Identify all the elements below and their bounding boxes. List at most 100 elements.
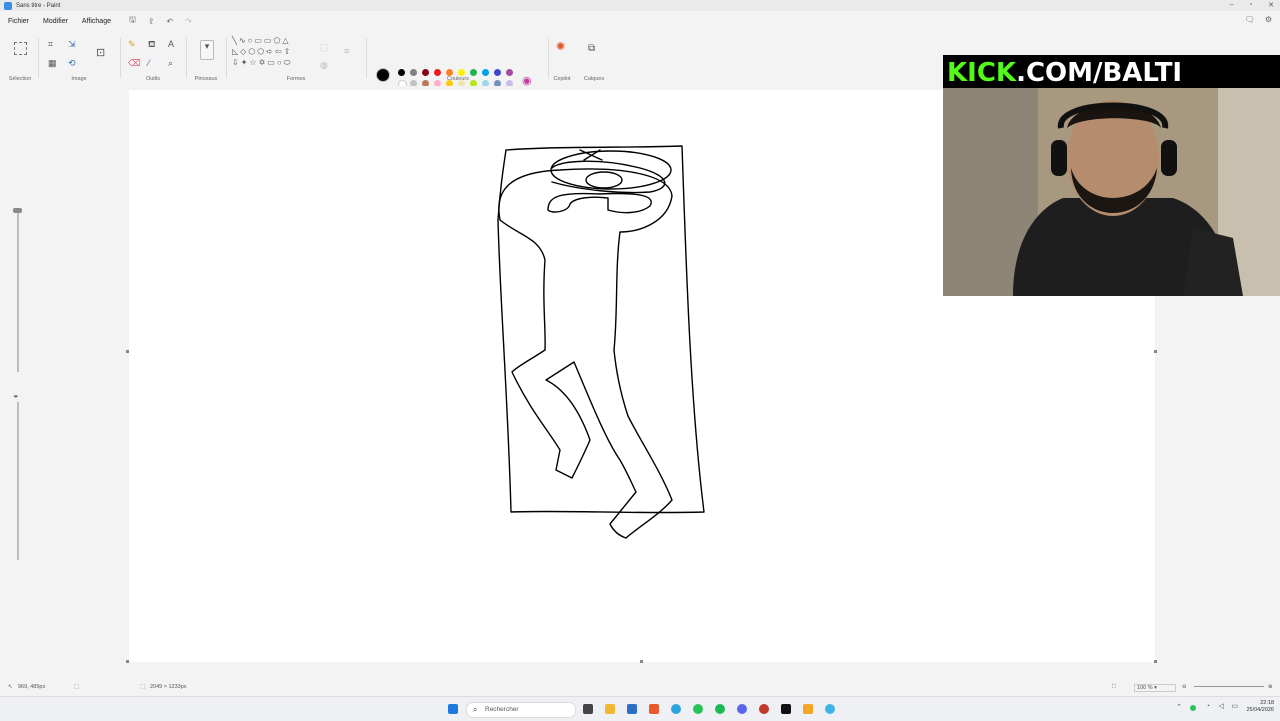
task-view-icon[interactable] (583, 704, 593, 714)
canvas-resize-handle-right[interactable] (1154, 350, 1157, 353)
text-icon[interactable]: A (168, 39, 174, 49)
title-bar: Sans titre - Paint – ▫ ✕ (0, 0, 1280, 11)
color-swatch[interactable] (398, 69, 405, 76)
zoom-out-icon[interactable]: ⊖ (1182, 684, 1187, 690)
clock[interactable]: 22:18 25/04/2026 (1246, 700, 1274, 714)
paint-taskbar-icon[interactable] (825, 704, 835, 714)
resize-icon[interactable]: ⇲ (68, 39, 76, 49)
redo-icon[interactable]: ↷ (185, 17, 192, 26)
menu-file[interactable]: Fichier (8, 18, 29, 25)
shape-size-icon[interactable]: ≡ (344, 46, 349, 56)
tray-app-icon[interactable] (1190, 705, 1196, 711)
opacity-slider-track[interactable] (17, 402, 19, 560)
crop-icon[interactable]: ⌗ (48, 39, 53, 49)
network-icon[interactable]: ◔ (1206, 703, 1210, 710)
comment-icon[interactable]: 🗨 (1245, 15, 1255, 24)
primary-color[interactable] (376, 68, 390, 82)
magnifier-icon[interactable]: ⌕ (168, 58, 173, 68)
settings-icon[interactable]: ⚙ (1265, 15, 1272, 24)
status-bar: ↖ 969, 485px ⬚ ⬚ 2049 × 1233px ⛶ 100 % ▾… (0, 678, 1280, 696)
outline-icon[interactable]: ⬚ (320, 42, 329, 52)
taskbar-search[interactable]: ⌕ Rechercher (466, 702, 576, 718)
color-swatch[interactable] (410, 69, 417, 76)
color-swatch[interactable] (482, 69, 489, 76)
app-orange-icon[interactable] (803, 704, 813, 714)
group-image-label: Image (71, 76, 87, 82)
rotate-icon[interactable]: ⟲ (68, 58, 76, 68)
volume-icon[interactable]: ◁ (1219, 703, 1224, 710)
color-swatch[interactable] (458, 69, 465, 76)
fill-shape-icon[interactable]: ◍ (320, 60, 328, 70)
group-layers: ⧉ Calques (582, 36, 606, 84)
window-title: Sans titre - Paint (16, 2, 61, 9)
zoom-level: 100 % (1137, 685, 1153, 691)
color-swatch[interactable] (422, 69, 429, 76)
color-swatch[interactable] (446, 69, 453, 76)
spotify-icon[interactable] (715, 704, 725, 714)
copilot-icon[interactable]: ✺ (556, 42, 565, 53)
discord-icon[interactable] (737, 704, 747, 714)
stream-handle: .COM/BALTI (1016, 58, 1183, 88)
selection-icon[interactable] (14, 42, 27, 55)
zoom-dropdown[interactable]: 100 % ▾ (1134, 684, 1176, 692)
brush-size-slider-track[interactable] (17, 212, 19, 372)
file-explorer-icon[interactable] (605, 704, 615, 714)
shapes-row-2[interactable]: ◺◇⬡⬠➪⇦⇧ (232, 47, 292, 57)
close-icon[interactable]: ✕ (1268, 1, 1274, 9)
canvas-resize-handle-left[interactable] (126, 350, 129, 353)
color-swatch[interactable] (494, 69, 501, 76)
brush-icon[interactable]: ▾ (200, 40, 214, 60)
whatsapp-icon[interactable] (693, 704, 703, 714)
group-shapes-label: Formes (286, 76, 306, 82)
maximize-icon[interactable]: ▫ (1250, 1, 1252, 9)
stream-url: KICK.COM/BALTI (947, 58, 1182, 88)
color-picker-icon[interactable]: ⁄ (148, 58, 150, 68)
canvas-resize-handle-bottom[interactable] (640, 660, 643, 663)
cursor-icon: ↖ (8, 684, 13, 690)
save-icon[interactable]: 🖫 (129, 14, 136, 28)
brave-browser-icon[interactable] (649, 704, 659, 714)
group-layers-label: Calques (583, 76, 605, 82)
start-icon[interactable] (448, 704, 458, 714)
webcam-video (943, 88, 1280, 296)
zoom-slider[interactable] (1194, 686, 1264, 687)
telegram-icon[interactable] (671, 704, 681, 714)
fit-to-window-icon[interactable]: ⛶ (1112, 684, 1116, 691)
shapes-row-1[interactable]: ╲∿○▭▭⬠△ (232, 36, 291, 46)
remove-background-icon[interactable]: ⊡ (96, 48, 105, 59)
canvas-resize-handle-bottom-right[interactable] (1154, 660, 1157, 663)
image-select-icon[interactable]: ▦ (48, 58, 57, 68)
brush-size-slider-knob[interactable] (13, 208, 22, 213)
share-icon[interactable]: ⇪ (148, 17, 155, 26)
edit-colors-icon[interactable]: ◉ (522, 76, 532, 87)
taskbar: ⌕ Rechercher ⌃ ◔ ◁ ▭ 22:18 25/04/2026 (0, 696, 1280, 721)
menu-edit[interactable]: Modifier (43, 18, 68, 25)
undo-icon[interactable]: ↶ (167, 17, 174, 26)
notion-icon[interactable] (781, 704, 791, 714)
minimize-icon[interactable]: – (1230, 1, 1234, 9)
color-swatch[interactable] (470, 69, 477, 76)
calculator-icon[interactable] (627, 704, 637, 714)
stream-banner: KICK.COM/BALTI (943, 55, 1280, 88)
search-placeholder: Rechercher (485, 706, 519, 713)
pencil-icon[interactable]: ✎ (128, 39, 136, 49)
layers-icon[interactable]: ⧉ (588, 44, 595, 54)
group-copilot: ✺ Copilot (550, 36, 574, 84)
app-red-icon[interactable] (759, 704, 769, 714)
eraser-icon[interactable]: ⌫ (128, 58, 141, 68)
color-swatch[interactable] (434, 69, 441, 76)
fill-icon[interactable]: ⛾ (148, 39, 155, 49)
webcam-overlay: KICK.COM/BALTI (943, 55, 1280, 296)
canvas-resize-handle-bottom-left[interactable] (126, 660, 129, 663)
battery-icon[interactable]: ▭ (1231, 703, 1238, 710)
clock-date: 25/04/2026 (1246, 707, 1274, 713)
group-selection: Sélection (4, 36, 36, 84)
zoom-in-icon[interactable]: ⊕ (1268, 684, 1273, 690)
color-swatch[interactable] (506, 69, 513, 76)
cursor-position: 969, 485px (18, 684, 46, 690)
group-colors: Couleurs (370, 36, 546, 84)
canvas-size-icon: ⬚ (140, 684, 146, 690)
shapes-row-3[interactable]: ⇩✦☆✡▭○⬭ (232, 58, 293, 68)
tray-overflow-icon[interactable]: ⌃ (1176, 704, 1182, 711)
menu-view[interactable]: Affichage (82, 18, 111, 25)
